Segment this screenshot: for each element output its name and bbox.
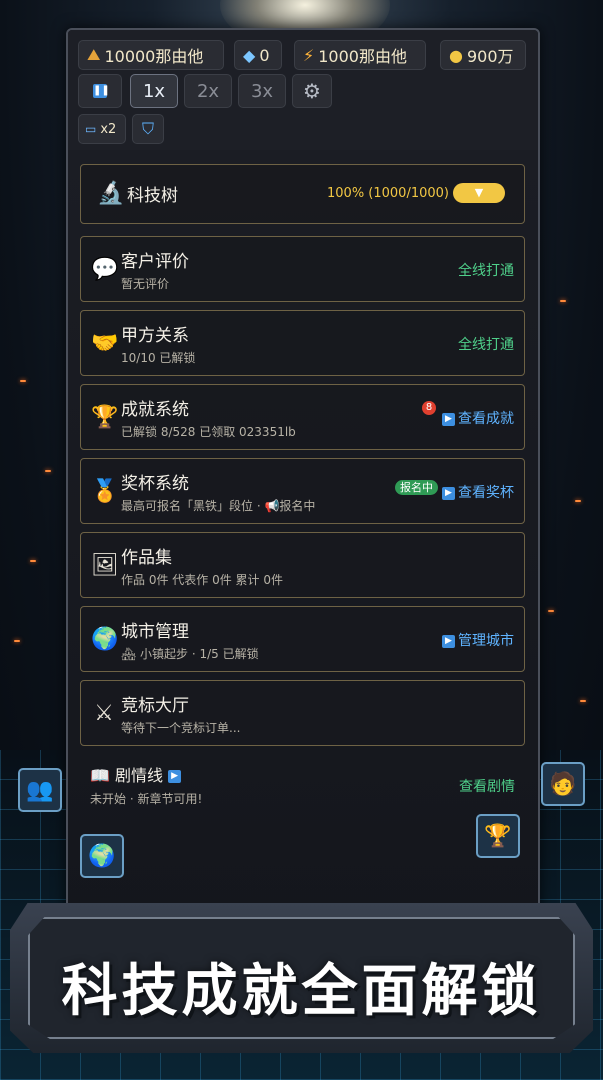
menu-item-title: 城市管理 <box>121 622 189 642</box>
gold-pile-icon: ⛰ <box>87 45 101 64</box>
story-line-subtitle: 未开始 · 新章节可用! <box>90 792 203 806</box>
ticket-icon: ▭ <box>85 122 97 136</box>
menu-item-action[interactable]: 全线打通 <box>458 260 514 280</box>
shield-icon: ⛉ <box>141 119 154 138</box>
play-icon: ▶ <box>442 412 455 426</box>
globe-icon: 🌍 <box>88 843 116 869</box>
settings-gear-icon[interactable]: ⚙ <box>292 74 332 108</box>
play-icon: ▶ <box>442 486 455 500</box>
diamond-resource: ◆ 0 <box>234 40 282 70</box>
action-label: 查看成就 <box>458 411 514 427</box>
view-story-link[interactable]: 查看剧情 <box>459 776 515 796</box>
spark <box>548 610 554 612</box>
tech-tree-expand-button[interactable]: ▼ <box>453 183 505 203</box>
pause-icon: ❚❚ <box>93 84 110 98</box>
spark <box>30 560 36 562</box>
microscope-icon: 🔬 <box>97 181 125 206</box>
users-icon: 👥 <box>26 777 54 803</box>
energy-resource: ⚡ 1000那由他 <box>294 40 426 70</box>
tech-tree-label: 科技树 <box>127 186 178 206</box>
pause-button[interactable]: ❚❚ <box>78 74 122 108</box>
gold-resource: ⛰ 10000那由他 <box>78 40 224 70</box>
game-screen: ⛰ 10000那由他 ◆ 0 ⚡ 1000那由他 ● 900万 ❚❚ 1x 2x… <box>66 28 540 952</box>
trophy-icon: 🏆 <box>91 405 119 430</box>
lightning-icon: ⚡ <box>303 45 315 65</box>
spark <box>560 300 566 302</box>
card-multiplier-chip[interactable]: ▭ x2 <box>78 114 126 144</box>
menu-item-subtitle: 等待下一个竞标订单... <box>121 721 241 735</box>
menu-item-subtitle: 最高可报名「黑铁」段位 · 📢报名中 <box>121 499 316 513</box>
handshake-icon: 🤝 <box>91 331 119 356</box>
menu-item-title: 甲方关系 <box>121 326 189 346</box>
menu-item-action[interactable]: ▶ 查看成就 <box>442 408 514 428</box>
tech-tree-progress: 100% (1000/1000) <box>327 186 449 201</box>
menu-item-bidding-hall[interactable]: ⚔ 竞标大厅 等待下一个竞标订单... <box>80 680 525 746</box>
menu-item-action[interactable]: 全线打通 <box>458 334 514 354</box>
trophy-button[interactable]: 🏆 <box>476 814 520 858</box>
spark <box>580 700 586 702</box>
character-icon: 🧑 <box>549 771 577 797</box>
menu-item-action[interactable]: ▶ 管理城市 <box>442 630 514 650</box>
speech-bubble-icon: 💬 <box>91 257 119 282</box>
speed-1x-button[interactable]: 1x <box>130 74 178 108</box>
spark <box>20 380 26 382</box>
main-panel: 🔬 科技树 100% (1000/1000) ▼ 💬 客户评价 暂无评价 全线打… <box>68 150 538 950</box>
users-button[interactable]: 👥 <box>18 768 62 812</box>
speed-3x-button[interactable]: 3x <box>238 74 286 108</box>
menu-item-title: 奖杯系统 <box>121 474 189 494</box>
menu-item-client-relations[interactable]: 🤝 甲方关系 10/10 已解锁 全线打通 <box>80 310 525 376</box>
menu-item-subtitle: 作品 0件 代表作 0件 累计 0件 <box>121 573 283 587</box>
energy-value: 1000那由他 <box>318 47 407 66</box>
menu-item-title: 客户评价 <box>121 252 189 272</box>
menu-item-subtitle: 🏘 小镇起步 · 1/5 已解锁 <box>121 647 259 661</box>
top-bar: ⛰ 10000那由他 ◆ 0 ⚡ 1000那由他 ● 900万 ❚❚ 1x 2x… <box>68 30 538 150</box>
story-line-title: 📖 剧情线 ▶ <box>90 762 184 786</box>
play-icon: ▶ <box>442 634 455 648</box>
story-line-row[interactable]: 📖 剧情线 ▶ 未开始 · 新章节可用! 查看剧情 <box>80 752 525 808</box>
action-label: 管理城市 <box>458 633 514 649</box>
menu-item-subtitle: 已解锁 8/528 已领取 023351lb <box>121 425 296 439</box>
coin-icon: ● <box>449 45 463 65</box>
globe-icon: 🌍 <box>91 627 119 652</box>
menu-item-title: 竞标大厅 <box>121 696 189 716</box>
book-icon: 📖 <box>90 766 116 785</box>
menu-item-subtitle: 暂无评价 <box>121 277 170 291</box>
spark <box>575 500 581 502</box>
trophy-icon: 🏆 <box>484 823 512 849</box>
medal-icon: 🏅 <box>91 479 119 504</box>
diamond-value: 0 <box>259 45 270 65</box>
menu-item-achievements[interactable]: 🏆 成就系统 已解锁 8/528 已领取 023351lb 8 ▶ 查看成就 <box>80 384 525 450</box>
character-button[interactable]: 🧑 <box>541 762 585 806</box>
crossed-swords-icon: ⚔ <box>94 701 114 726</box>
globe-button[interactable]: 🌍 <box>80 834 124 878</box>
menu-item-trophies[interactable]: 🏅 奖杯系统 最高可报名「黑铁」段位 · 📢报名中 报名中 ▶ 查看奖杯 <box>80 458 525 524</box>
menu-item-city-management[interactable]: 🌍 城市管理 🏘 小镇起步 · 1/5 已解锁 ▶ 管理城市 <box>80 606 525 672</box>
chevron-down-icon: ▼ <box>474 186 484 199</box>
spark <box>45 470 51 472</box>
action-label: 查看奖杯 <box>458 485 514 501</box>
card-multiplier-value: x2 <box>100 121 117 137</box>
coin-value: 900万 <box>466 47 514 66</box>
story-title-text: 剧情线 <box>115 766 164 785</box>
notification-badge: 8 <box>422 401 436 415</box>
shield-button[interactable]: ⛉ <box>132 114 164 144</box>
coin-resource: ● 900万 <box>440 40 526 70</box>
speed-2x-button[interactable]: 2x <box>184 74 232 108</box>
menu-item-title: 作品集 <box>121 548 172 568</box>
menu-item-client-reviews[interactable]: 💬 客户评价 暂无评价 全线打通 <box>80 236 525 302</box>
spark <box>14 640 20 642</box>
menu-item-title: 成就系统 <box>121 400 189 420</box>
promo-banner-text: 科技成就全面解锁 <box>61 959 542 1024</box>
tech-tree-card[interactable]: 🔬 科技树 100% (1000/1000) ▼ <box>80 164 525 224</box>
picture-icon: 🖼 <box>91 553 119 578</box>
diamond-icon: ◆ <box>243 45 256 65</box>
menu-item-action[interactable]: ▶ 查看奖杯 <box>442 482 514 502</box>
menu-item-subtitle: 10/10 已解锁 <box>121 351 196 365</box>
gold-value: 10000那由他 <box>104 47 204 66</box>
registration-badge: 报名中 <box>395 480 438 495</box>
play-icon: ▶ <box>168 770 182 783</box>
menu-item-portfolio[interactable]: 🖼 作品集 作品 0件 代表作 0件 累计 0件 <box>80 532 525 598</box>
